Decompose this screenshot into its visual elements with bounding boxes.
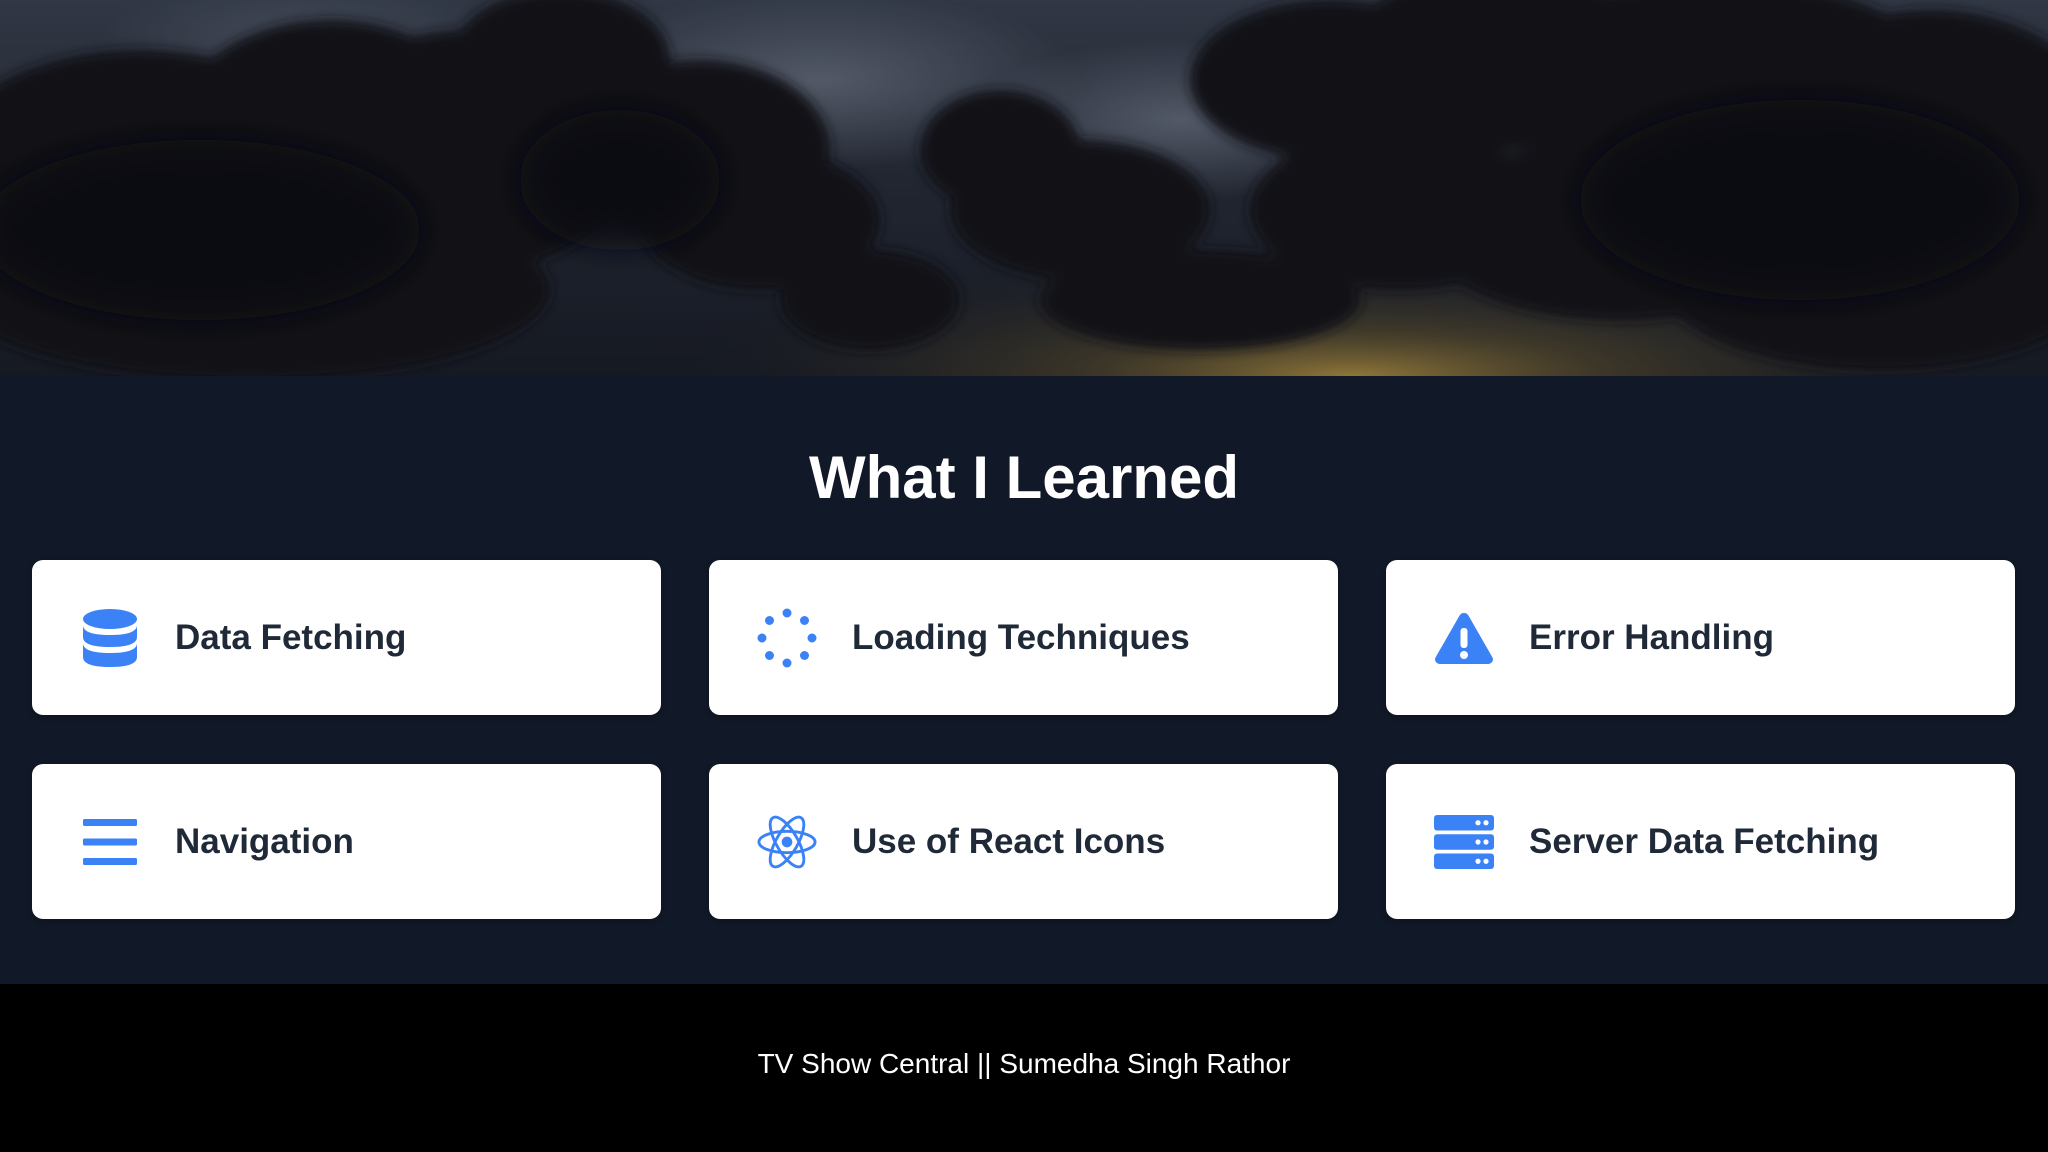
page: What I Learned Data Fetching Loading Tec… (0, 0, 2048, 1152)
spinner-icon (757, 608, 817, 668)
what-i-learned-section: What I Learned Data Fetching Loading Tec… (0, 376, 2048, 984)
react-atom-icon (757, 812, 817, 872)
topic-card-loading-techniques[interactable]: Loading Techniques (709, 560, 1338, 715)
hamburger-menu-icon (80, 812, 140, 872)
topic-card-error-handling[interactable]: Error Handling (1386, 560, 2015, 715)
topic-card-data-fetching[interactable]: Data Fetching (32, 560, 661, 715)
topic-card-server-data-fetching[interactable]: Server Data Fetching (1386, 764, 2015, 919)
topic-card-navigation[interactable]: Navigation (32, 764, 661, 919)
topic-card-use-of-react-icons[interactable]: Use of React Icons (709, 764, 1338, 919)
topic-label: Error Handling (1529, 617, 1775, 657)
topic-label: Navigation (175, 821, 354, 861)
server-icon (1434, 812, 1494, 872)
topic-label: Data Fetching (175, 617, 407, 657)
topic-label: Server Data Fetching (1529, 821, 1880, 861)
footer-credit-text: TV Show Central || Sumedha Singh Rathor (757, 1048, 1291, 1079)
topic-label: Use of React Icons (852, 821, 1166, 861)
hero-banner-image (0, 0, 2048, 376)
section-title: What I Learned (808, 444, 1240, 511)
topics-grid: Data Fetching Loading Techniques Error H… (32, 560, 2016, 919)
topic-label: Loading Techniques (852, 617, 1190, 657)
database-icon (80, 608, 140, 668)
footer: TV Show Central || Sumedha Singh Rathor (0, 984, 2048, 1152)
warning-triangle-icon (1434, 608, 1494, 668)
